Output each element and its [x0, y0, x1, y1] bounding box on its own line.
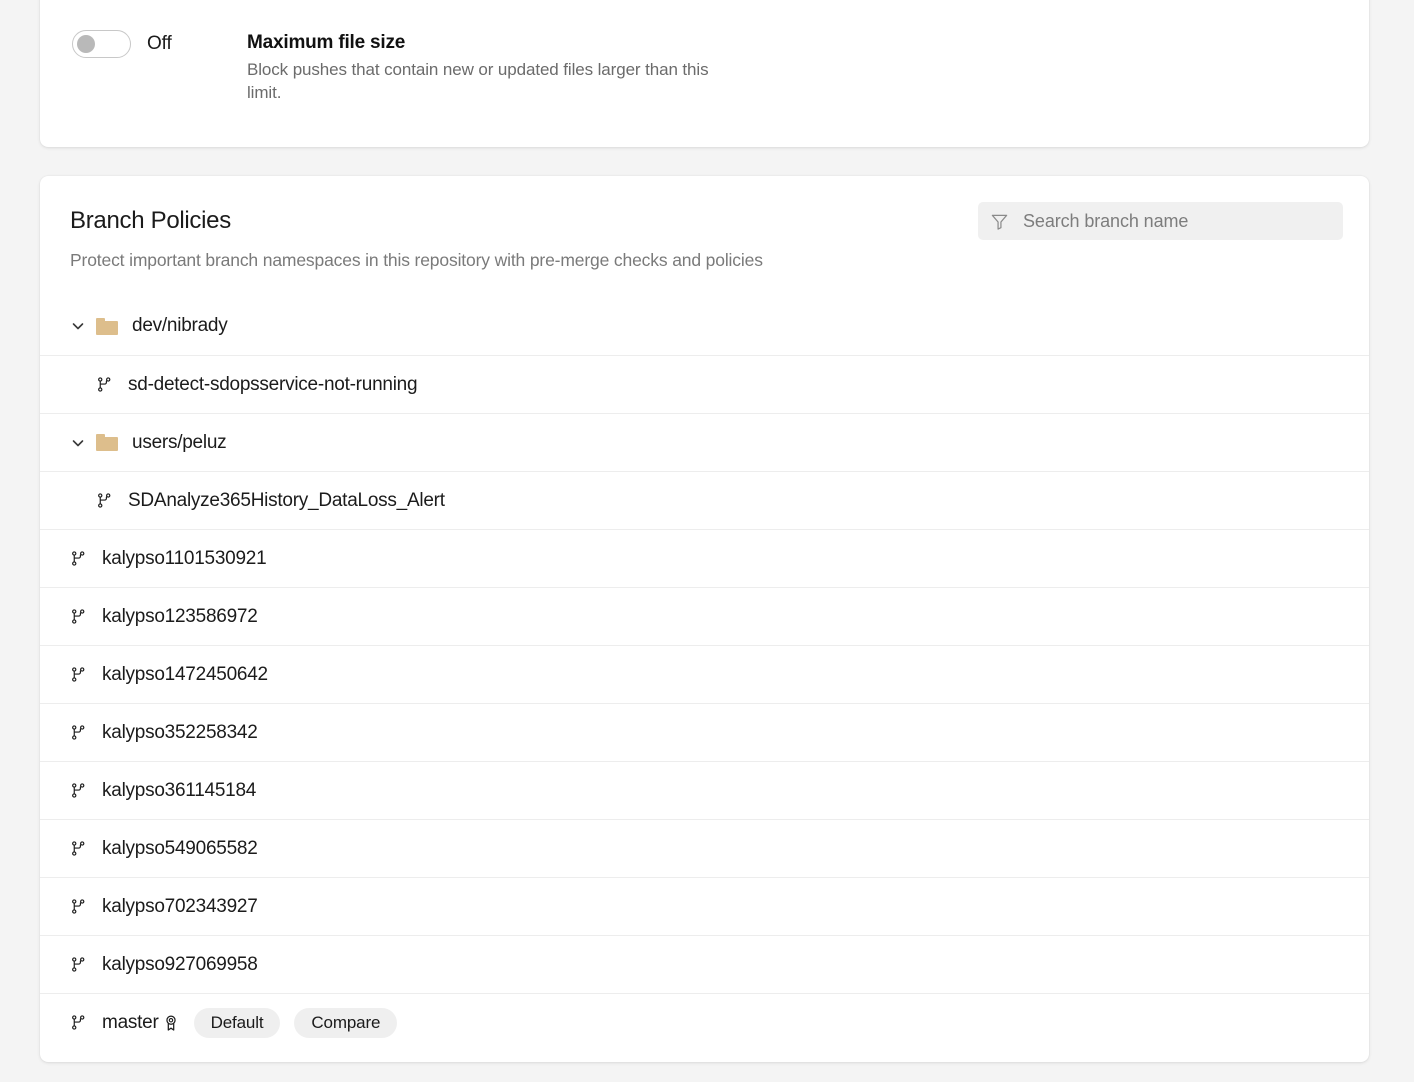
- branch-label: kalypso927069958: [102, 954, 258, 976]
- folder-row-dev-nibrady[interactable]: dev/nibrady: [40, 297, 1369, 355]
- branch-row-kalypso549065582[interactable]: kalypso549065582: [40, 819, 1369, 877]
- git-branch-icon: [70, 666, 90, 683]
- branch-row-kalypso352258342[interactable]: kalypso352258342: [40, 703, 1369, 761]
- branch-policies-list: dev/nibrady sd-detect-sdopsservice-not-r…: [40, 297, 1369, 1051]
- folder-label: users/peluz: [132, 432, 226, 454]
- branch-row-kalypso361145184[interactable]: kalypso361145184: [40, 761, 1369, 819]
- branch-label: kalypso361145184: [102, 780, 256, 802]
- branch-label: kalypso702343927: [102, 896, 258, 918]
- toggle-knob: [77, 35, 95, 53]
- branch-row-kalypso702343927[interactable]: kalypso702343927: [40, 877, 1369, 935]
- folder-label: dev/nibrady: [132, 315, 227, 337]
- branch-policies-subtitle: Protect important branch namespaces in t…: [70, 249, 1341, 271]
- branch-label: master: [102, 1012, 159, 1034]
- maximum-file-size-toggle-group: Off: [72, 30, 247, 58]
- branch-label: kalypso352258342: [102, 722, 258, 744]
- branch-label: kalypso1472450642: [102, 664, 268, 686]
- maximum-file-size-toggle[interactable]: [72, 30, 131, 58]
- branch-row-kalypso1101530921[interactable]: kalypso1101530921: [40, 529, 1369, 587]
- branch-row-kalypso927069958[interactable]: kalypso927069958: [40, 935, 1369, 993]
- branch-label: SDAnalyze365History_DataLoss_Alert: [128, 490, 445, 512]
- toggle-state-label: Off: [147, 33, 172, 55]
- compare-button-pill[interactable]: Compare: [294, 1008, 397, 1038]
- branch-policies-header: Branch Policies Protect important branch…: [40, 176, 1369, 271]
- git-branch-icon: [70, 1014, 90, 1031]
- branch-policies-card: Branch Policies Protect important branch…: [40, 176, 1369, 1062]
- git-branch-icon: [96, 492, 116, 509]
- maximum-file-size-title: Maximum file size: [247, 31, 727, 55]
- branch-row-kalypso123586972[interactable]: kalypso123586972: [40, 587, 1369, 645]
- default-badge-pill[interactable]: Default: [194, 1008, 281, 1038]
- settings-page: Off Maximum file size Block pushes that …: [0, 0, 1414, 1082]
- filter-funnel-icon: [990, 212, 1009, 231]
- folder-icon: [96, 434, 118, 451]
- folder-row-users-peluz[interactable]: users/peluz: [40, 413, 1369, 471]
- search-branch-box[interactable]: [978, 202, 1343, 240]
- branch-label: kalypso1101530921: [102, 548, 266, 570]
- branch-row-master[interactable]: master Default Compare: [40, 993, 1369, 1051]
- branch-row-sd-detect[interactable]: sd-detect-sdopsservice-not-running: [40, 355, 1369, 413]
- search-branch-input[interactable]: [1021, 210, 1331, 233]
- branch-label: sd-detect-sdopsservice-not-running: [128, 374, 417, 396]
- git-branch-icon: [70, 608, 90, 625]
- git-branch-icon: [70, 840, 90, 857]
- maximum-file-size-card: Off Maximum file size Block pushes that …: [40, 0, 1369, 147]
- git-branch-icon: [70, 898, 90, 915]
- maximum-file-size-description: Block pushes that contain new or updated…: [247, 58, 727, 104]
- maximum-file-size-text: Maximum file size Block pushes that cont…: [247, 30, 727, 104]
- branch-label: kalypso123586972: [102, 606, 258, 628]
- award-ribbon-icon: [162, 1014, 180, 1032]
- chevron-down-icon[interactable]: [70, 318, 96, 334]
- git-branch-icon: [70, 550, 90, 567]
- git-branch-icon: [70, 724, 90, 741]
- git-branch-icon: [96, 376, 116, 393]
- chevron-down-icon[interactable]: [70, 435, 96, 451]
- branch-row-kalypso1472450642[interactable]: kalypso1472450642: [40, 645, 1369, 703]
- branch-label: kalypso549065582: [102, 838, 258, 860]
- git-branch-icon: [70, 956, 90, 973]
- folder-icon: [96, 318, 118, 335]
- maximum-file-size-setting-row: Off Maximum file size Block pushes that …: [40, 0, 1369, 104]
- git-branch-icon: [70, 782, 90, 799]
- branch-row-sdanalyze365history[interactable]: SDAnalyze365History_DataLoss_Alert: [40, 471, 1369, 529]
